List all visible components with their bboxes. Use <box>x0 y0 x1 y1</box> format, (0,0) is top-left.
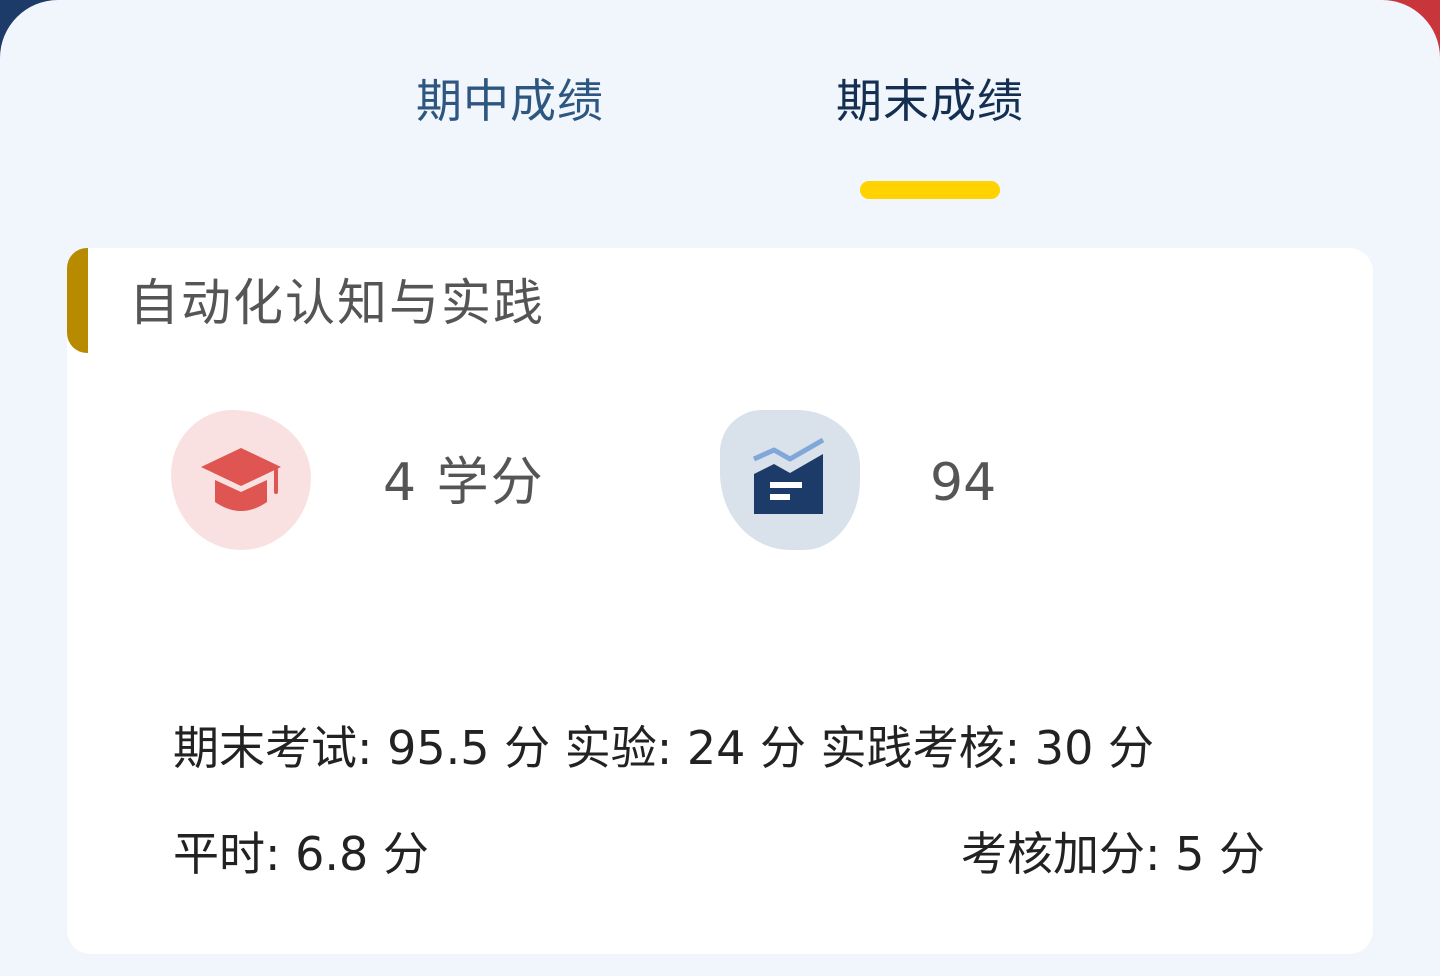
credit-icon-badge <box>171 410 311 550</box>
course-final-score: 94 <box>930 453 997 513</box>
grade-report-icon <box>752 437 825 514</box>
card-accent-bar <box>67 248 88 353</box>
bonus-score: 考核加分: 5 分 <box>960 827 1265 881</box>
tab-midterm-grades[interactable]: 期中成绩 <box>412 70 608 132</box>
course-credits: 4 学分 <box>383 453 545 513</box>
score-icon-badge <box>720 410 860 550</box>
grades-panel: 期中成绩 期末成绩 自动化认知与实践 4 学分 94 期末考试: 95.5 分 … <box>0 0 1440 976</box>
usual-score: 平时: 6.8 分 <box>173 827 429 881</box>
course-card[interactable]: 自动化认知与实践 4 学分 94 期末考试: 95.5 分 实验: 24 分 实… <box>67 248 1373 954</box>
score-breakdown-row: 期末考试: 95.5 分 实验: 24 分 实践考核: 30 分 <box>173 721 1154 775</box>
graduation-cap-icon <box>201 448 281 511</box>
active-tab-indicator <box>860 181 1000 199</box>
course-title: 自动化认知与实践 <box>129 274 545 332</box>
tab-final-grades[interactable]: 期末成绩 <box>832 70 1028 132</box>
